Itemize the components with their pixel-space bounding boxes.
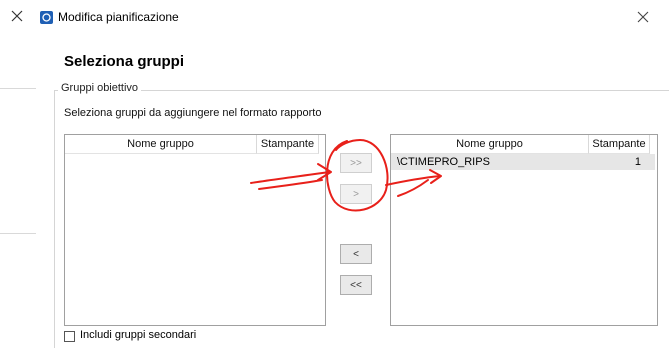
background-divider	[0, 233, 36, 234]
table-row[interactable]: \CTIMEPRO_RIPS 1	[391, 154, 655, 170]
column-header-group-name[interactable]: Nome gruppo	[391, 135, 589, 154]
row-printer: 1	[634, 156, 641, 168]
available-groups-list[interactable]: Nome gruppo Stampante	[64, 134, 326, 326]
window-title: Modifica pianificazione	[58, 10, 179, 24]
selected-groups-list[interactable]: Nome gruppo Stampante \CTIMEPRO_RIPS 1	[390, 134, 658, 326]
page-title: Seleziona gruppi	[64, 53, 185, 70]
app-icon	[40, 11, 53, 24]
remove-button[interactable]: <	[340, 244, 372, 264]
add-button[interactable]: >	[340, 184, 372, 204]
column-header-group-name[interactable]: Nome gruppo	[65, 135, 257, 154]
include-subgroups-checkbox[interactable]	[64, 331, 75, 342]
add-all-button[interactable]: >>	[340, 153, 372, 173]
row-group-name: \CTIMEPRO_RIPS	[397, 156, 490, 168]
background-divider	[0, 88, 36, 89]
include-subgroups-label: Includi gruppi secondari	[80, 329, 197, 341]
close-icon[interactable]	[10, 9, 24, 23]
remove-all-button[interactable]: <<	[340, 275, 372, 295]
column-header-printer[interactable]: Stampante	[589, 135, 650, 154]
column-header-printer[interactable]: Stampante	[257, 135, 319, 154]
instruction-text: Seleziona gruppi da aggiungere nel forma…	[64, 107, 322, 119]
groupbox-legend: Gruppi obiettivo	[58, 82, 142, 94]
window-close-icon[interactable]	[637, 11, 649, 23]
